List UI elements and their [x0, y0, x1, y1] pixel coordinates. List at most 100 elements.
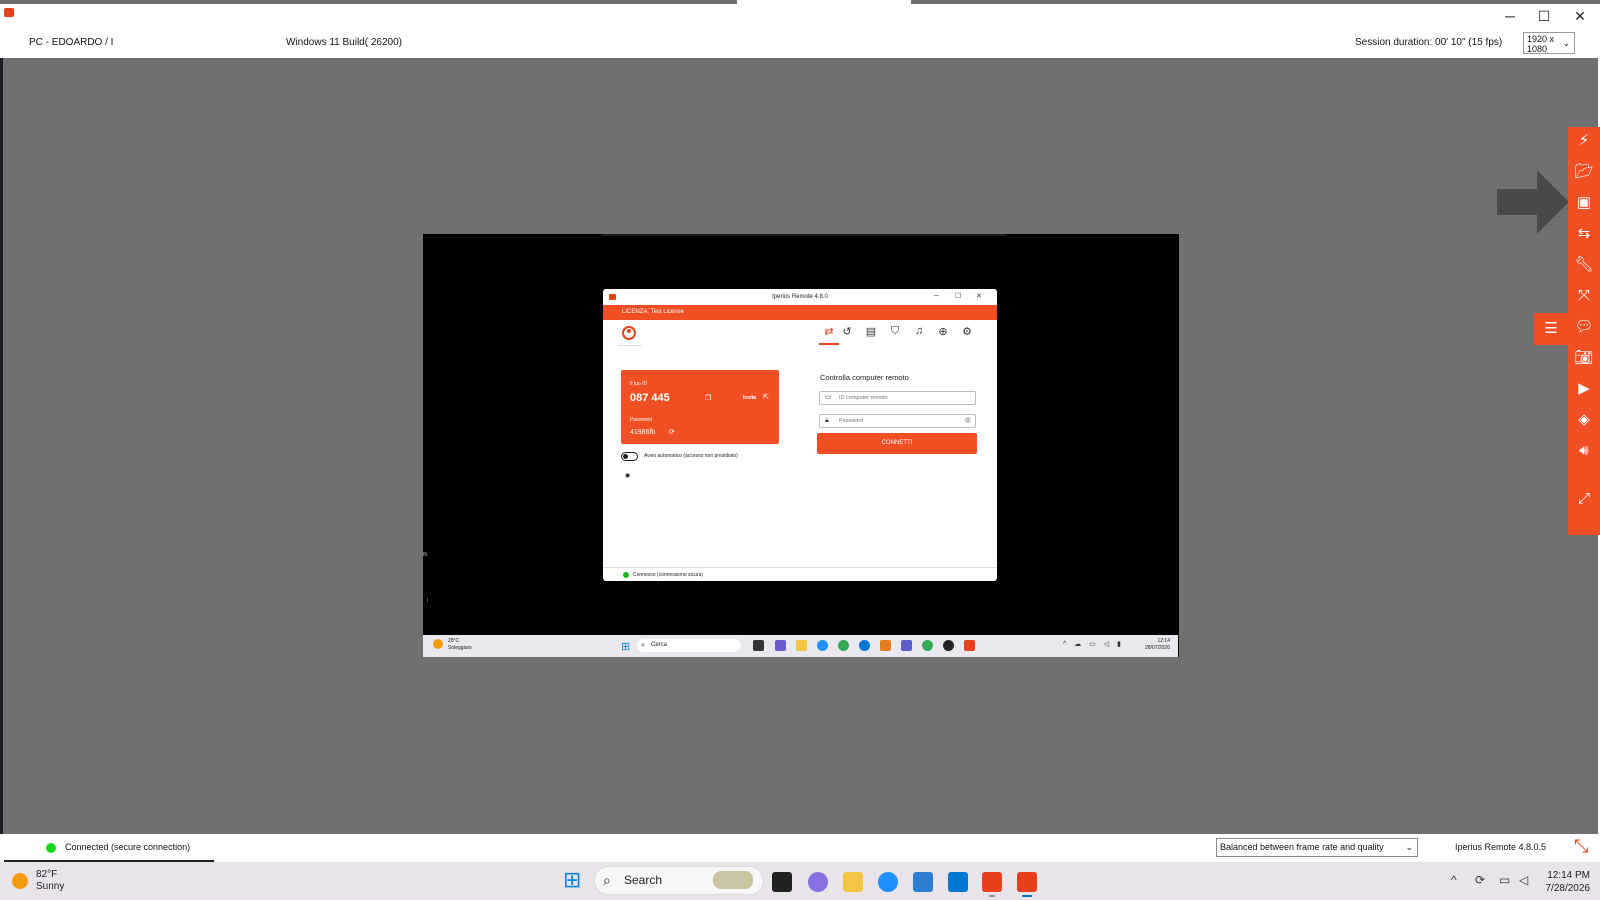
- iperius-taskbar-icon[interactable]: [982, 872, 1002, 897]
- host-search-box[interactable]: ⌕ Search: [594, 866, 764, 895]
- iperius-small-icon: [609, 294, 616, 300]
- remote-weather[interactable]: 28°C Soleggiato: [448, 638, 472, 652]
- resize-icon[interactable]: ⤡: [1574, 836, 1588, 857]
- taskview-icon[interactable]: [772, 872, 792, 892]
- your-id-label: Il tuo ID: [630, 381, 648, 387]
- remote-date: 28/07/2026: [1144, 645, 1170, 651]
- file-explorer-icon[interactable]: [843, 872, 863, 892]
- minimize-button[interactable]: ─: [1496, 6, 1524, 26]
- copilot-icon[interactable]: [808, 872, 828, 892]
- host-weather[interactable]: 82°F Sunny: [36, 869, 64, 893]
- iperius-app-icon: [4, 8, 14, 17]
- auto-start-label: Avvio automatico (accesso non presidiato…: [644, 453, 738, 459]
- auto-start-toggle[interactable]: [621, 452, 638, 461]
- remote-condition: Soleggiato: [448, 645, 472, 651]
- weather-icon: [12, 873, 28, 889]
- close-button[interactable]: ✕: [1566, 6, 1594, 26]
- network-icon[interactable]: ▭: [1499, 873, 1510, 887]
- remote-title-bar: Iperius Remote 4.8.0 ─ ☐ ✕: [603, 289, 997, 305]
- chrome-icon[interactable]: [838, 640, 849, 651]
- remote-maximize-button[interactable]: ☐: [955, 289, 961, 305]
- remote-close-button[interactable]: ✕: [976, 289, 982, 305]
- chevron-up-icon[interactable]: ^: [1451, 873, 1457, 887]
- expand-icon[interactable]: ⤢: [1568, 485, 1600, 513]
- copy-icon[interactable]: ❐: [705, 394, 711, 402]
- transfer-icon[interactable]: ⇄: [819, 325, 839, 345]
- shield-icon[interactable]: ⛉: [887, 325, 903, 338]
- host-taskbar: 82°F Sunny ⊞ ⌕ Search ^ ⟳ ▭ ◁ 12:14 PM 7…: [0, 862, 1600, 900]
- monitor-icon: ▭: [825, 394, 832, 401]
- system-tray-icons[interactable]: ^ ☁ ▭ ◁ ▮: [1063, 640, 1124, 648]
- file-explorer-icon[interactable]: [796, 640, 807, 651]
- eye-icon[interactable]: ◉: [625, 472, 630, 479]
- copilot-icon[interactable]: [775, 640, 786, 651]
- title-strip: [0, 0, 1600, 4]
- app-icon[interactable]: [943, 640, 954, 651]
- app-icon[interactable]: [880, 640, 891, 651]
- edge-icon[interactable]: [817, 640, 828, 651]
- address-book-icon[interactable]: ▣: [1568, 189, 1600, 217]
- history-icon[interactable]: ↺: [839, 325, 855, 338]
- remote-id-input[interactable]: ▭ ID computer remoto: [819, 391, 976, 405]
- lightning-icon[interactable]: ⚡︎: [1568, 127, 1600, 155]
- taskview-icon[interactable]: [753, 640, 764, 651]
- window-edge: [0, 58, 3, 834]
- remote-iperius-window[interactable]: Iperius Remote 4.8.0 ─ ☐ ✕ LICENZA: Test…: [603, 289, 997, 581]
- folder-icon[interactable]: 📂︎: [1568, 158, 1600, 186]
- contacts-icon[interactable]: ▤: [863, 325, 879, 338]
- host-temp: 82°F: [36, 869, 58, 880]
- bell-icon[interactable]: ♫: [911, 325, 927, 337]
- video-icon[interactable]: ▶: [1568, 375, 1600, 403]
- remote-minimize-button[interactable]: ─: [934, 289, 939, 305]
- remote-clock[interactable]: 12:14 28/07/2026: [1138, 638, 1170, 652]
- share-icon[interactable]: ⇱: [763, 393, 769, 401]
- maximize-button[interactable]: ☐: [1530, 6, 1558, 26]
- resolution-select[interactable]: 1920 x 1080 ⌄: [1523, 32, 1575, 54]
- iperius-taskbar-icon[interactable]: [964, 640, 975, 651]
- password-input[interactable]: 🔒︎ Password ◎: [819, 414, 976, 428]
- host-date: 7/28/2026: [1545, 883, 1591, 894]
- id-card: Il tuo ID 087 445 ❐ Invita ⇱ Password 41…: [621, 370, 779, 444]
- chrome-icon[interactable]: [922, 640, 933, 651]
- weather-icon: [433, 639, 443, 649]
- remote-search-box[interactable]: ⌕ Cerca: [637, 639, 741, 652]
- chat-icon[interactable]: 💬︎: [1568, 313, 1600, 341]
- search-highlight-image: [713, 871, 753, 889]
- license-banner: LICENZA: Test License: [603, 305, 997, 320]
- edge-icon[interactable]: [878, 872, 898, 892]
- refresh-icon[interactable]: ⟳: [669, 428, 675, 436]
- iperius-viewer-taskbar-icon[interactable]: [1017, 872, 1037, 897]
- support-icon[interactable]: ⊕: [935, 325, 951, 338]
- show-password-icon[interactable]: ◎: [965, 415, 971, 427]
- hide-icon[interactable]: ◈: [1568, 406, 1600, 434]
- remote-edge-mark: Bi: [423, 552, 428, 558]
- sync-icon[interactable]: ⟳: [1475, 873, 1485, 887]
- connect-button[interactable]: CONNETTI: [817, 433, 977, 454]
- menu-icon[interactable]: ☰: [1534, 313, 1568, 345]
- windows-start-icon[interactable]: ⊞: [563, 868, 581, 892]
- host-clock[interactable]: 12:14 PM 7/28/2026: [1526, 869, 1591, 895]
- browser-icon[interactable]: [859, 640, 870, 651]
- outlook-icon[interactable]: [948, 872, 968, 892]
- your-id: 087 445: [630, 392, 670, 404]
- teams-icon[interactable]: [901, 640, 912, 651]
- user-icon[interactable]: [622, 326, 636, 340]
- store-icon[interactable]: [913, 872, 933, 892]
- fullscreen-icon[interactable]: ⤧: [1568, 282, 1600, 310]
- windows-start-icon[interactable]: ⊞: [621, 640, 630, 653]
- lock-icon: 🔒︎: [825, 417, 829, 424]
- camera-icon[interactable]: 📷︎: [1568, 344, 1600, 372]
- chevron-down-icon: ⌄: [1405, 842, 1413, 852]
- search-icon: ⌕: [603, 872, 611, 888]
- remote-edge-mark: I: [427, 598, 429, 604]
- version-label: Iperius Remote 4.8.0.5: [1455, 842, 1547, 852]
- quality-select[interactable]: Balanced between frame rate and quality …: [1216, 838, 1418, 857]
- wrench-icon[interactable]: 🔧︎: [1568, 251, 1600, 279]
- pc-name: PC - EDOARDO / I: [29, 37, 114, 48]
- host-search-label: Search: [624, 873, 663, 887]
- volume-icon[interactable]: 🔊︎: [1568, 437, 1600, 465]
- invite-link[interactable]: Invita: [743, 395, 756, 401]
- switch-icon[interactable]: ⇆: [1568, 220, 1600, 248]
- gear-icon[interactable]: ⚙: [959, 325, 975, 338]
- remote-search-label: Cerca: [651, 642, 668, 648]
